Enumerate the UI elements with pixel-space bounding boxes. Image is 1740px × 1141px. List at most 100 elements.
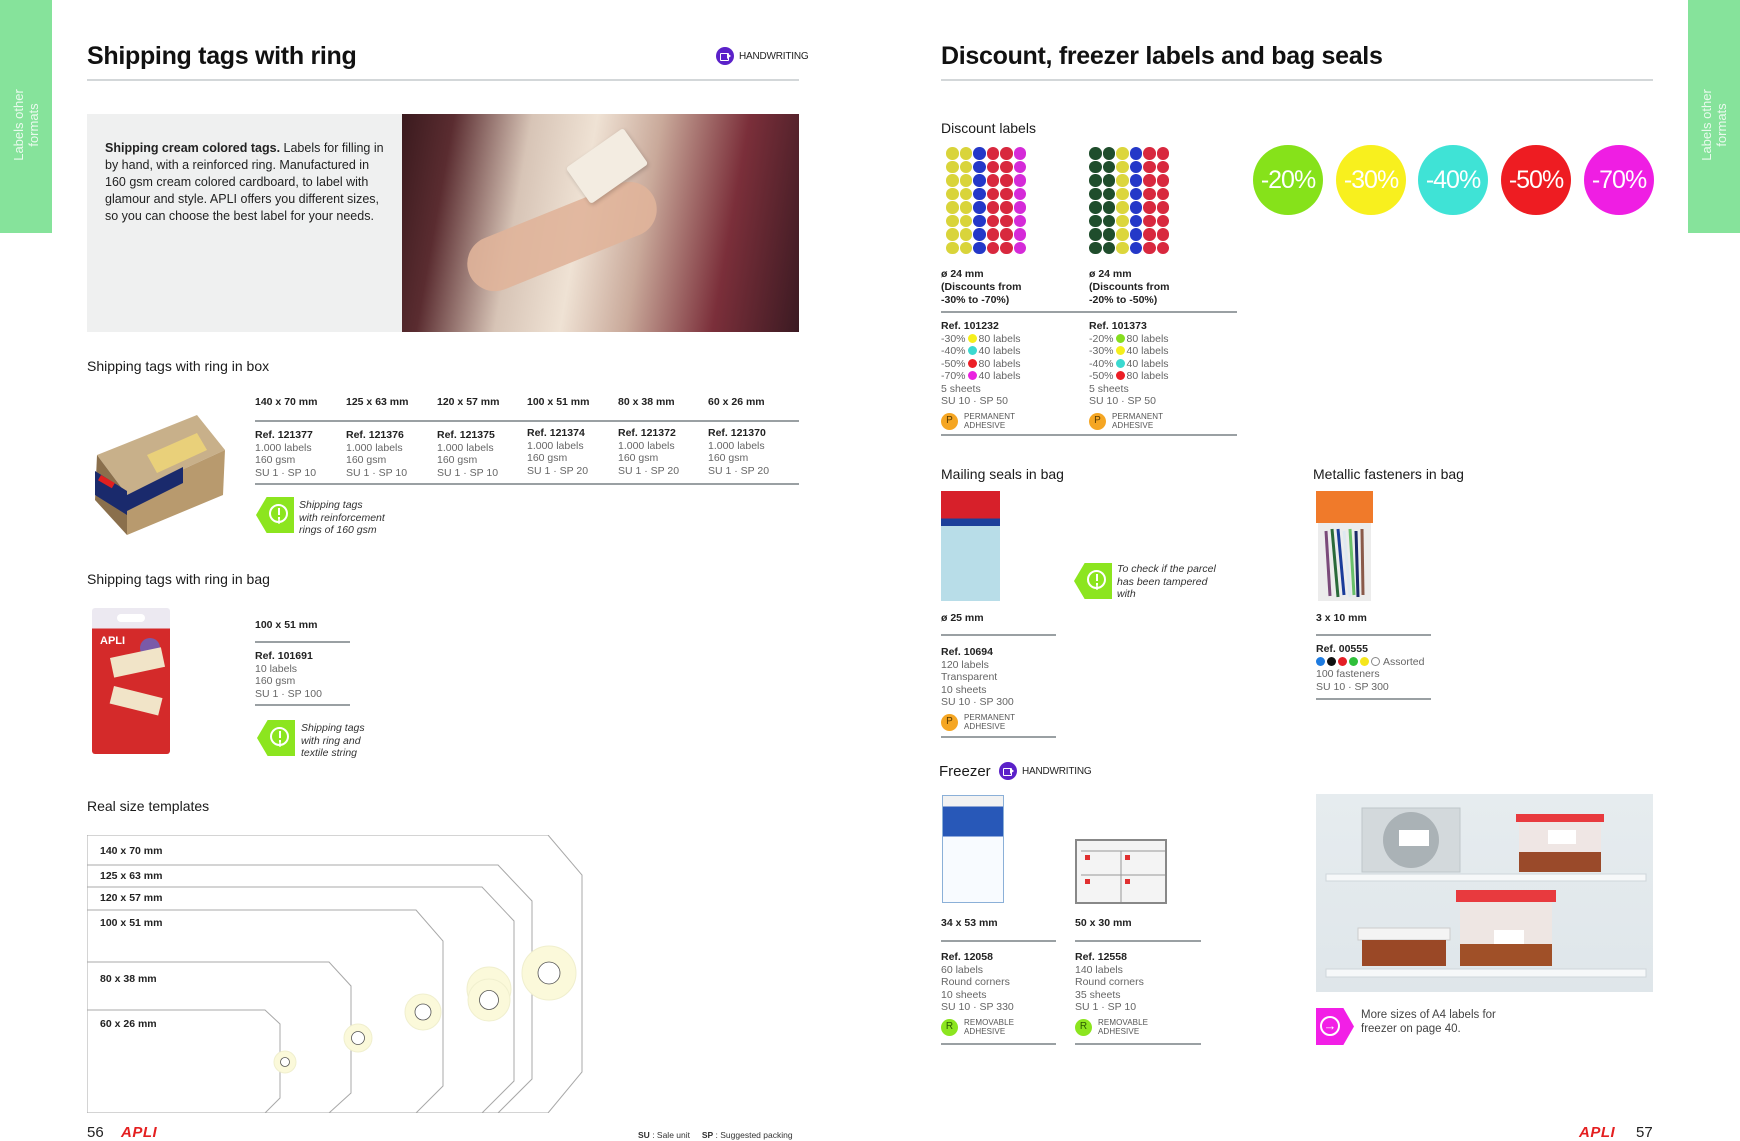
sticker-dot (1156, 214, 1169, 227)
sticker-dot (1116, 228, 1129, 241)
intro-description: Shipping cream colored tags. Labels for … (87, 114, 402, 332)
info-note-mailing: To check if the parcel has been tampered… (1117, 563, 1216, 600)
sticker-dot (1143, 201, 1156, 214)
section-title-discount: Discount labels (941, 120, 1036, 136)
product-spec-121374: Ref. 121374 1.000 labels 160 gsm SU 1 · … (527, 427, 589, 477)
sticker-dot (1013, 147, 1026, 160)
yellow-dot-icon (1360, 656, 1369, 666)
freezer-label-12558-image (1075, 839, 1167, 904)
pen-tag-icon (716, 47, 734, 65)
sticker-dot (1116, 147, 1129, 160)
page-title-right: Discount, freezer labels and bag seals (941, 42, 1383, 70)
section-title-fasteners: Metallic fasteners in bag (1313, 466, 1464, 482)
arrow-right-icon[interactable] (1316, 1008, 1354, 1045)
sticker-dot (973, 214, 986, 227)
tag-box-product-image (87, 395, 229, 543)
sticker-dot (1143, 160, 1156, 173)
sticker-dot (1102, 187, 1115, 200)
more-sizes-note[interactable]: More sizes of A4 labels for freezer on p… (1361, 1008, 1496, 1036)
spec-divider (255, 704, 350, 706)
sticker-dot (946, 241, 959, 254)
sticker-dot (1102, 160, 1115, 173)
spec-divider (941, 434, 1237, 436)
sticker-dot (1129, 214, 1142, 227)
spec-divider (1316, 634, 1431, 636)
sticker-dot (986, 228, 999, 241)
svg-text:APLI: APLI (100, 635, 125, 647)
discount-line: -40% 40 labels (941, 345, 1021, 357)
green-dot-icon (1349, 656, 1358, 666)
sticker-dot (959, 147, 972, 160)
size-header: 3 x 10 mm (1316, 612, 1367, 624)
page-number-right: 57 (1636, 1124, 1653, 1141)
sticker-dot (1000, 241, 1013, 254)
info-note-bag: Shipping tags with ring and textile stri… (301, 722, 365, 759)
info-icon (1074, 563, 1112, 599)
discount-line: -30% 80 labels (941, 332, 1021, 345)
product-spec-121370: Ref. 121370 1.000 labels 160 gsm SU 1 · … (708, 427, 770, 477)
removable-adhesive-icon: R (941, 1018, 958, 1036)
real-size-templates (87, 835, 583, 1113)
sticker-dot (1000, 174, 1013, 187)
cyan-dot-icon (1115, 358, 1125, 368)
product-spec-101232: Ref. 101232 -30% 80 labels -40% 40 labels … (941, 320, 1021, 431)
template-label: 80 x 38 mm (100, 973, 157, 985)
sticker-dot (973, 201, 986, 214)
spec-divider (941, 634, 1056, 636)
discount-line: -40% 40 labels (1089, 357, 1169, 370)
sticker-dot (1156, 228, 1169, 241)
sticker-dot (959, 214, 972, 227)
handwriting-badge: HANDWRITING (999, 762, 1092, 780)
removable-adhesive-badge: R REMOVABLE ADHESIVE (941, 1018, 1014, 1037)
sticker-dot (946, 201, 959, 214)
size-header: 60 x 26 mm (708, 396, 765, 408)
spec-divider (255, 483, 799, 485)
template-label: 60 x 26 mm (100, 1018, 157, 1030)
section-title-freezer: Freezer (939, 763, 991, 780)
sticker-dot (986, 241, 999, 254)
discount-swatch-30: -30% (1336, 145, 1406, 215)
spec-divider (941, 736, 1056, 738)
sticker-dot (1129, 160, 1142, 173)
size-header: 50 x 30 mm (1075, 917, 1132, 929)
sticker-dot (1013, 214, 1026, 227)
sticker-dot (1013, 187, 1026, 200)
sticker-dot (1000, 147, 1013, 160)
title-divider (87, 79, 799, 81)
size-header: 100 x 51 mm (255, 619, 318, 631)
sticker-dot (1013, 241, 1026, 254)
product-spec-121372: Ref. 121372 1.000 labels 160 gsm SU 1 · … (618, 427, 680, 477)
discount-swatch-40: -40% (1418, 145, 1488, 215)
sticker-dot (1089, 228, 1102, 241)
blue-dot-icon (1316, 656, 1325, 666)
permanent-adhesive-icon: P (941, 412, 958, 430)
sticker-dot (1089, 147, 1102, 160)
sticker-dot (1089, 174, 1102, 187)
size-header: 100 x 51 mm (527, 396, 590, 408)
sticker-dot (1143, 241, 1156, 254)
sticker-dot (1129, 201, 1142, 214)
sticker-dot (1156, 201, 1169, 214)
sticker-dot (1143, 228, 1156, 241)
white-dot-icon (1371, 656, 1380, 666)
yellow-dot-icon (967, 333, 977, 343)
discount-line: -50% 80 labels (1089, 370, 1169, 382)
product-spec-10694: Ref. 10694 120 labels Transparent 10 she… (941, 646, 1016, 731)
discount-swatch-20: -20% (1253, 145, 1323, 215)
sticker-dot (1143, 214, 1156, 227)
permanent-adhesive-badge: P PERMANENT ADHESIVE (941, 412, 1021, 431)
sticker-dot (1116, 201, 1129, 214)
product-spec-00555: Ref. 00555 Assorted 100 fasteners SU 10 … (1316, 643, 1425, 693)
sticker-dot (946, 187, 959, 200)
sticker-dot (1129, 147, 1142, 160)
sticker-dot (973, 241, 986, 254)
tag-bag-product-image: APLI (92, 608, 170, 754)
sticker-dot (1116, 160, 1129, 173)
sticker-dot (1102, 214, 1115, 227)
sticker-dot (1102, 241, 1115, 254)
sticker-dot (959, 228, 972, 241)
removable-adhesive-icon: R (1075, 1018, 1092, 1036)
permanent-adhesive-icon: P (941, 713, 958, 731)
red-dot-icon (967, 358, 977, 368)
handwriting-badge: HANDWRITING (716, 47, 809, 65)
